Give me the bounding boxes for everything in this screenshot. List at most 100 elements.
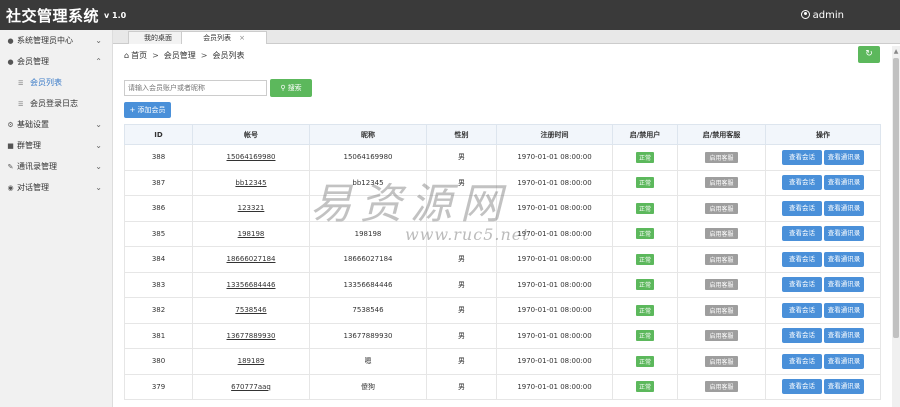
view-contacts-button[interactable]: 查看通讯录 xyxy=(824,302,864,318)
enable-cs-badge[interactable]: 启用客服 xyxy=(705,355,738,367)
view-sessions-button[interactable]: 查看会话 xyxy=(782,226,822,242)
view-contacts-button[interactable]: 查看通讯录 xyxy=(824,379,864,395)
view-sessions-button[interactable]: 查看会话 xyxy=(782,328,822,344)
vertical-scrollbar[interactable]: ▲ xyxy=(892,46,900,407)
sidebar-item-admin-center[interactable]: ● 系统管理员中心 ⌄ xyxy=(0,30,112,51)
cell-account-link[interactable]: 18666027184 xyxy=(192,246,310,273)
member-table-container: ID 帐号 昵称 性别 注册时间 启/禁用户 启/禁用客服 操作 388 1506… xyxy=(124,124,881,400)
view-contacts-button[interactable]: 查看通讯录 xyxy=(824,175,864,191)
cell-reg-time: 1970-01-01 08:00:00 xyxy=(496,271,613,298)
table-row: 383 13356684446 13356684446 男 1970-01-01 08:… xyxy=(124,271,881,298)
cell-account-link[interactable]: 13356684446 xyxy=(192,271,310,298)
chevron-down-icon: ⌄ xyxy=(95,120,102,129)
cell-account-link[interactable]: 123321 xyxy=(192,195,310,222)
view-sessions-button[interactable]: 查看会话 xyxy=(782,149,822,165)
view-contacts-button[interactable]: 查看通讯录 xyxy=(824,149,864,165)
cell-account-link[interactable]: 670777aaq xyxy=(192,373,310,400)
status-badge[interactable]: 正常 xyxy=(635,151,654,163)
cell-id: 388 xyxy=(124,144,193,171)
breadcrumb-home[interactable]: 首页 xyxy=(131,51,147,60)
enable-cs-badge[interactable]: 启用客服 xyxy=(705,151,738,163)
sidebar-item-groups[interactable]: ■ 群管理 ⌄ xyxy=(0,135,112,156)
watermark-url: www.ruc5.net xyxy=(405,225,530,244)
status-badge[interactable]: 正常 xyxy=(635,202,654,214)
search-icon: ⚲ xyxy=(280,84,286,92)
cell-gender: 男 xyxy=(426,373,497,400)
user-menu[interactable]: admin xyxy=(800,10,844,21)
status-badge[interactable]: 正常 xyxy=(635,177,654,189)
watermark-logo: 易资源网 xyxy=(310,179,511,228)
view-sessions-button[interactable]: 查看会话 xyxy=(782,175,822,191)
status-badge[interactable]: 正常 xyxy=(635,253,654,265)
enable-cs-badge[interactable]: 启用客服 xyxy=(705,304,738,316)
breadcrumb-level1[interactable]: 会员管理 xyxy=(164,51,196,60)
cell-account-link[interactable]: 13677889930 xyxy=(192,322,310,349)
enable-cs-badge[interactable]: 启用客服 xyxy=(705,381,738,393)
cell-gender: 男 xyxy=(426,322,497,349)
cell-account-link[interactable]: bb12345 xyxy=(192,169,310,196)
view-sessions-button[interactable]: 查看会话 xyxy=(782,277,822,293)
enable-cs-badge[interactable]: 启用客服 xyxy=(705,202,738,214)
status-badge[interactable]: 正常 xyxy=(635,330,654,342)
cell-account-link[interactable]: 198198 xyxy=(192,220,310,247)
sidebar-item-members[interactable]: ● 会员管理 ⌃ xyxy=(0,51,112,72)
view-sessions-button[interactable]: 查看会话 xyxy=(782,379,822,395)
add-member-button[interactable]: + 添加会员 xyxy=(124,102,171,118)
close-icon[interactable]: × xyxy=(239,34,245,42)
col-header-nickname: 昵称 xyxy=(309,124,427,145)
cell-reg-time: 1970-01-01 08:00:00 xyxy=(496,322,613,349)
status-badge[interactable]: 正常 xyxy=(635,228,654,240)
cell-gender: 男 xyxy=(426,144,497,171)
view-contacts-button[interactable]: 查看通讯录 xyxy=(824,200,864,216)
cell-cs-status: 启用客服 xyxy=(677,220,766,247)
cell-account-link[interactable]: 7538546 xyxy=(192,297,310,324)
enable-cs-badge[interactable]: 启用客服 xyxy=(705,177,738,189)
top-header: 社交管理系统 v 1.0 admin xyxy=(0,0,900,30)
cell-user-status: 正常 xyxy=(612,144,678,171)
cell-nickname: 嗯 xyxy=(309,348,427,375)
enable-cs-badge[interactable]: 启用客服 xyxy=(705,330,738,342)
tab-desktop[interactable]: 我的桌面 xyxy=(128,31,188,44)
status-badge[interactable]: 正常 xyxy=(635,279,654,291)
sidebar-subitem-login-log[interactable]: ☰ 会员登录日志 xyxy=(0,93,112,114)
view-sessions-button[interactable]: 查看会话 xyxy=(782,251,822,267)
cell-account-link[interactable]: 189189 xyxy=(192,348,310,375)
sidebar-item-conversations[interactable]: ◉ 对话管理 ⌄ xyxy=(0,177,112,198)
cell-reg-time: 1970-01-01 08:00:00 xyxy=(496,348,613,375)
refresh-button[interactable]: ↻ xyxy=(858,46,880,63)
cell-id: 383 xyxy=(124,271,193,298)
view-contacts-button[interactable]: 查看通讯录 xyxy=(824,353,864,369)
tab-member-list[interactable]: 会员列表 × xyxy=(181,31,267,44)
sidebar-item-settings[interactable]: ⚙ 基础设置 ⌄ xyxy=(0,114,112,135)
enable-cs-badge[interactable]: 启用客服 xyxy=(705,228,738,240)
view-sessions-button[interactable]: 查看会话 xyxy=(782,200,822,216)
scroll-up-icon[interactable]: ▲ xyxy=(892,48,900,55)
view-contacts-button[interactable]: 查看通讯录 xyxy=(824,226,864,242)
cell-account-link[interactable]: 15064169980 xyxy=(192,144,310,171)
sidebar-item-label: 会员管理 xyxy=(17,57,49,66)
cell-gender: 男 xyxy=(426,271,497,298)
search-button-label: 搜索 xyxy=(287,84,302,92)
table-row: 382 7538546 7538546 男 1970-01-01 08:00:00 正常启… xyxy=(124,297,881,324)
search-input[interactable] xyxy=(124,80,267,96)
status-badge[interactable]: 正常 xyxy=(635,355,654,367)
search-button[interactable]: ⚲ 搜索 xyxy=(270,79,312,97)
view-contacts-button[interactable]: 查看通讯录 xyxy=(824,251,864,267)
enable-cs-badge[interactable]: 启用客服 xyxy=(705,279,738,291)
sidebar-subitem-member-list[interactable]: ☰ 会员列表 xyxy=(0,72,112,93)
enable-cs-badge[interactable]: 启用客服 xyxy=(705,253,738,265)
view-contacts-button[interactable]: 查看通讯录 xyxy=(824,277,864,293)
cell-reg-time: 1970-01-01 08:00:00 xyxy=(496,373,613,400)
cell-user-status: 正常 xyxy=(612,271,678,298)
view-contacts-button[interactable]: 查看通讯录 xyxy=(824,328,864,344)
col-header-user-status: 启/禁用户 xyxy=(612,124,678,145)
scrollbar-thumb[interactable] xyxy=(893,58,899,338)
cell-gender: 男 xyxy=(426,297,497,324)
view-sessions-button[interactable]: 查看会话 xyxy=(782,353,822,369)
view-sessions-button[interactable]: 查看会话 xyxy=(782,302,822,318)
cell-user-status: 正常 xyxy=(612,195,678,222)
status-badge[interactable]: 正常 xyxy=(635,304,654,316)
sidebar-item-contacts[interactable]: ✎ 通讯录管理 ⌄ xyxy=(0,156,112,177)
cell-cs-status: 启用客服 xyxy=(677,246,766,273)
status-badge[interactable]: 正常 xyxy=(635,381,654,393)
